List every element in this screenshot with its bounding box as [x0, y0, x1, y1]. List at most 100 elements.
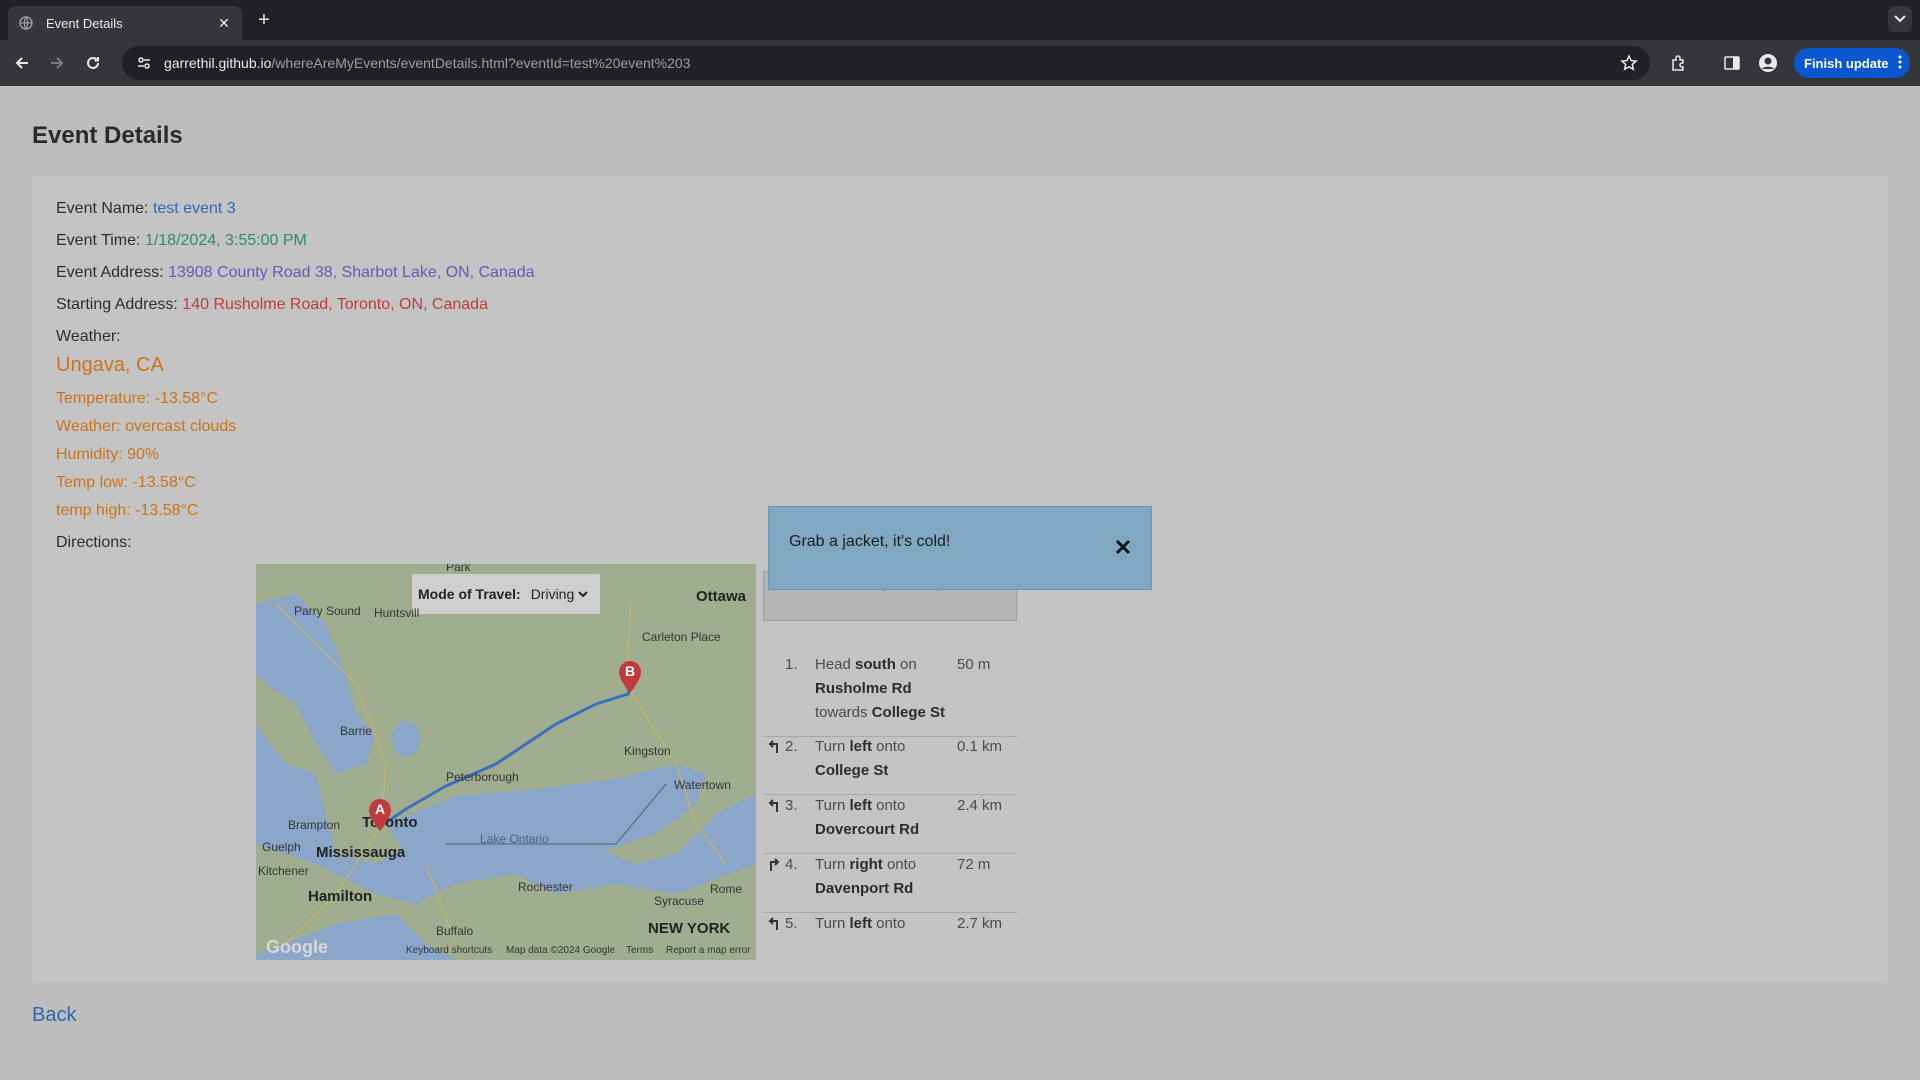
directions-label: Directions:: [56, 534, 132, 551]
turn-left-icon: [767, 914, 783, 930]
starting-address-row: Starting Address: 140 Rusholme Road, Tor…: [56, 296, 488, 314]
map-label-peterborough: Peterborough: [446, 770, 519, 784]
close-icon[interactable]: [1113, 537, 1133, 557]
more-vert-icon[interactable]: [1898, 54, 1902, 73]
url-host: garrethil.github.io: [164, 55, 272, 71]
starting-address-label: Starting Address:: [56, 296, 178, 313]
map-label-buffalo: Buffalo: [436, 924, 474, 938]
step-instruction: Head south on Rusholme Rd towards Colleg…: [815, 656, 946, 721]
map-label-watertown: Watertown: [674, 778, 731, 792]
event-time-row: Event Time: 1/18/2024, 3:55:00 PM: [56, 232, 307, 250]
map-label-syracuse: Syracuse: [654, 894, 705, 908]
event-time-value: 1/18/2024, 3:55:00 PM: [144, 232, 307, 249]
extensions-icon[interactable]: [1668, 52, 1690, 74]
weather-temp-high: temp high: -13.58°C: [56, 502, 199, 519]
step-distance: 0.1 km: [957, 738, 1003, 755]
marker-b-label: B: [625, 663, 636, 679]
step-number: 5.: [785, 915, 798, 932]
direction-step[interactable]: 4. Turn right onto Davenport Rd 72 m: [763, 853, 1017, 913]
report-map-error-link[interactable]: Report a map error: [666, 945, 750, 956]
travel-mode-select[interactable]: Driving: [526, 585, 591, 603]
map-data-text: Map data ©2024 Google: [506, 945, 616, 956]
alert-message: Grab a jacket, it's cold!: [789, 533, 951, 550]
globe-icon: [18, 15, 34, 31]
directions-panel: 140 Rusholme Rd, Toronto, ON 1. Head sou…: [763, 571, 1017, 963]
travel-mode-label: Mode of Travel:: [418, 586, 521, 602]
map-label-guelph: Guelph: [262, 840, 301, 854]
marker-a-label: A: [375, 801, 386, 817]
map-label-new-york: NEW YORK: [648, 920, 731, 937]
turn-left-icon: [767, 796, 783, 812]
turn-left-icon: [767, 737, 783, 753]
keyboard-shortcuts-link[interactable]: Keyboard shortcuts: [406, 945, 492, 956]
browser-toolbar: garrethil.github.io/whereAreMyEvents/eve…: [0, 40, 1920, 86]
direction-step[interactable]: 5. Turn left onto 2.7 km: [763, 912, 1017, 963]
map-label-barrie: Barrie: [340, 724, 373, 738]
reload-icon[interactable]: [81, 51, 105, 75]
event-name-value: test event 3: [152, 200, 236, 217]
event-address-label: Event Address:: [56, 264, 164, 281]
turn-right-icon: [767, 855, 783, 871]
map-label-rome: Rome: [710, 882, 743, 896]
map-label-ottawa: Ottawa: [696, 588, 747, 605]
weather-temp-low: Temp low: -13.58°C: [56, 474, 196, 491]
map-label-brampton: Brampton: [288, 818, 341, 832]
browser-tab[interactable]: Event Details ✕: [8, 6, 242, 40]
finish-update-label: Finish update: [1804, 55, 1889, 71]
event-address-row: Event Address: 13908 County Road 38, Sha…: [56, 264, 535, 282]
back-arrow-icon[interactable]: [10, 51, 34, 75]
map-footer: Keyboard shortcuts Map data ©2024 Google…: [256, 942, 756, 960]
marker-b[interactable]: B: [617, 660, 643, 694]
step-instruction: Turn left onto College St: [815, 738, 906, 779]
event-name-row: Event Name: test event 3: [56, 200, 236, 218]
weather-humidity: Humidity: 90%: [56, 446, 160, 463]
step-distance: 2.4 km: [957, 797, 1003, 814]
step-number: 4.: [785, 856, 798, 873]
direction-step[interactable]: 3. Turn left onto Dovercourt Rd 2.4 km: [763, 794, 1017, 854]
direction-step[interactable]: 2. Turn left onto College St 0.1 km: [763, 735, 1017, 795]
finish-update-button[interactable]: Finish update: [1794, 48, 1910, 78]
profile-avatar-icon[interactable]: [1757, 52, 1779, 74]
new-tab-icon[interactable]: +: [254, 10, 274, 30]
map-label-carleton-place: Carleton Place: [642, 630, 721, 644]
site-info-icon[interactable]: [134, 53, 154, 73]
direction-step[interactable]: 1. Head south on Rusholme Rd towards Col…: [763, 653, 1017, 737]
map-label-huntsville: Huntsvill: [374, 606, 420, 620]
step-instruction: Turn left onto Dovercourt Rd: [815, 797, 920, 838]
side-panel-icon[interactable]: [1721, 52, 1743, 74]
weather-temperature: Temperature: -13.58°C: [56, 390, 219, 407]
step-instruction: Turn left onto: [815, 915, 906, 932]
travel-mode-control: Mode of Travel: Driving: [412, 574, 600, 614]
step-instruction: Turn right onto Davenport Rd: [815, 856, 917, 897]
weather-description: Weather: overcast clouds: [56, 418, 237, 435]
route-map[interactable]: Mode of Travel: Driving Park Ottawa Parr…: [256, 564, 756, 960]
back-link[interactable]: Back: [32, 1004, 76, 1027]
bookmark-star-icon[interactable]: [1620, 54, 1638, 72]
step-distance: 2.7 km: [957, 915, 1003, 932]
forward-arrow-icon[interactable]: [45, 51, 69, 75]
step-distance: 50 m: [957, 656, 991, 673]
marker-a[interactable]: A: [367, 798, 393, 832]
terms-link[interactable]: Terms: [626, 945, 653, 956]
close-tab-icon[interactable]: ✕: [216, 15, 232, 31]
weather-location: Ungava, CA: [56, 354, 164, 376]
map-label-park: Park: [446, 564, 471, 574]
tab-search-icon[interactable]: [1888, 6, 1912, 32]
event-address-value: 13908 County Road 38, Sharbot Lake, ON, …: [168, 264, 535, 281]
event-time-label: Event Time:: [56, 232, 141, 249]
map-label-rochester: Rochester: [518, 880, 573, 894]
starting-address-value: 140 Rusholme Road, Toronto, ON, Canada: [182, 296, 488, 313]
browser-tab-bar: Event Details ✕ +: [0, 0, 1920, 40]
address-bar[interactable]: garrethil.github.io/whereAreMyEvents/eve…: [122, 46, 1650, 80]
event-name-label: Event Name:: [56, 200, 149, 217]
map-label-mississauga: Mississauga: [316, 844, 406, 861]
page-title: Event Details: [32, 122, 183, 149]
step-number: 1.: [785, 656, 798, 673]
step-number: 3.: [785, 797, 798, 814]
map-label-hamilton: Hamilton: [308, 888, 373, 905]
map-label-kitchener: Kitchener: [258, 864, 309, 878]
cold-weather-alert: Grab a jacket, it's cold!: [768, 506, 1152, 590]
map-label-kingston: Kingston: [624, 744, 671, 758]
step-distance: 72 m: [957, 856, 991, 873]
step-number: 2.: [785, 738, 798, 755]
